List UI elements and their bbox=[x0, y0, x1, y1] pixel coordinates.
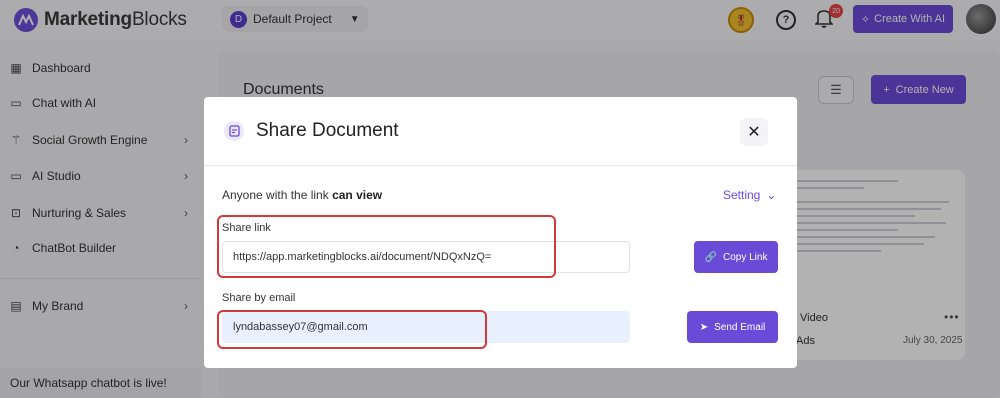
close-icon: ✕ bbox=[747, 124, 761, 141]
send-email-button[interactable]: ➤ Send Email bbox=[687, 311, 778, 343]
access-level: can view bbox=[332, 188, 383, 202]
close-button[interactable]: ✕ bbox=[740, 118, 768, 146]
send-icon: ➤ bbox=[699, 321, 709, 333]
copy-link-button[interactable]: 🔗 Copy Link bbox=[694, 241, 778, 273]
modal-header: Share Document ✕ bbox=[204, 97, 797, 166]
link-icon: 🔗 bbox=[704, 251, 717, 263]
modal-title: Share Document bbox=[256, 120, 399, 141]
share-link-highlight bbox=[217, 215, 556, 278]
share-email-label: Share by email bbox=[222, 292, 296, 304]
document-icon bbox=[224, 121, 244, 141]
email-highlight bbox=[217, 310, 487, 349]
chevron-down-icon: ⌄ bbox=[766, 188, 777, 202]
setting-dropdown[interactable]: Setting ⌄ bbox=[723, 188, 776, 202]
link-access-text: Anyone with the link can view bbox=[222, 188, 383, 202]
